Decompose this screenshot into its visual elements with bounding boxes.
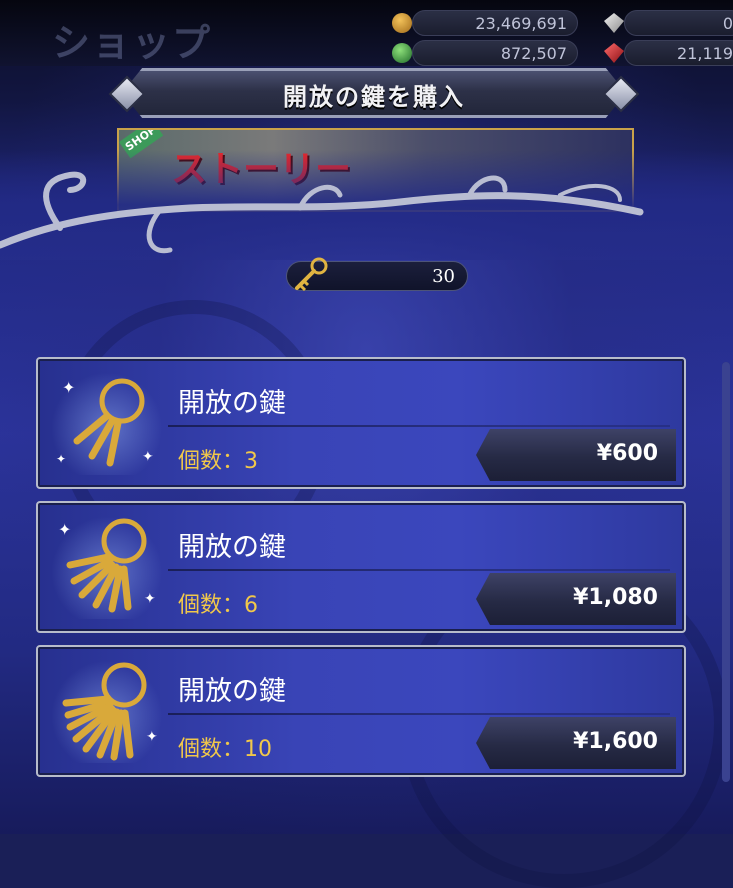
scrollbar[interactable] [722, 362, 730, 782]
product-name: 開放の鍵 [178, 388, 286, 419]
screen-title: ショップ [52, 21, 213, 65]
svg-text:✦: ✦ [62, 378, 75, 397]
svg-text:✦: ✦ [142, 449, 154, 465]
gem-icon [604, 13, 624, 33]
gem-counter: 0 [624, 10, 733, 36]
product-row[interactable]: ✦ ✦ ✦ 開放の鍵 個数：3 ¥600 [36, 357, 686, 489]
orb-counter: 872,507 [412, 40, 578, 66]
svg-text:✦: ✦ [144, 591, 156, 607]
top-status-bar: ショップ 23,469,691 0 872,507 21,119 [0, 0, 733, 66]
owned-keys-value: 30 [432, 266, 455, 287]
ruby-gem-icon [604, 43, 624, 63]
panel-header: 開放の鍵を購入 [102, 66, 646, 120]
svg-text:✦: ✦ [58, 520, 71, 539]
gil-coin-icon [392, 13, 412, 33]
green-orb-icon [392, 43, 412, 63]
divider [168, 425, 670, 427]
buy-button-1600[interactable]: ¥1,600 [473, 714, 679, 772]
key-bundle-large-icon: ✦ [52, 659, 162, 763]
buy-button-600[interactable]: ¥600 [473, 426, 679, 484]
gem-value: 0 [722, 14, 733, 33]
product-name: 開放の鍵 [178, 676, 286, 707]
panel-title: 開放の鍵を購入 [283, 83, 465, 111]
price-label: ¥1,080 [573, 585, 658, 610]
buy-button-1080[interactable]: ¥1,080 [473, 570, 679, 628]
product-row[interactable]: ✦ 開放の鍵 個数：10 ¥1,600 [36, 645, 686, 777]
ruby-value: 21,119 [677, 44, 733, 63]
price-label: ¥1,600 [573, 729, 658, 754]
divider [168, 569, 670, 571]
product-row[interactable]: ✦ ✦ 開放の鍵 個数：6 ¥1,080 [36, 501, 686, 633]
price-label: ¥600 [596, 441, 658, 466]
divider [168, 713, 670, 715]
key-bundle-small-icon: ✦ ✦ ✦ [52, 371, 162, 475]
gil-value: 23,469,691 [475, 14, 567, 33]
svg-text:✦: ✦ [146, 729, 158, 745]
owned-keys-counter: 30 [286, 257, 468, 292]
product-quantity: 個数：6 [178, 593, 258, 618]
product-quantity: 個数：3 [178, 449, 258, 474]
key-icon [295, 257, 328, 292]
product-name: 開放の鍵 [178, 532, 286, 563]
ruby-counter: 21,119 [624, 40, 733, 66]
svg-text:✦: ✦ [56, 452, 66, 466]
gil-counter: 23,469,691 [412, 10, 578, 36]
orb-value: 872,507 [500, 44, 567, 63]
key-bundle-medium-icon: ✦ ✦ [52, 515, 162, 619]
scrollbar-thumb[interactable] [722, 362, 730, 782]
thorn-branch-icon [0, 171, 644, 254]
product-quantity: 個数：10 [178, 737, 272, 762]
